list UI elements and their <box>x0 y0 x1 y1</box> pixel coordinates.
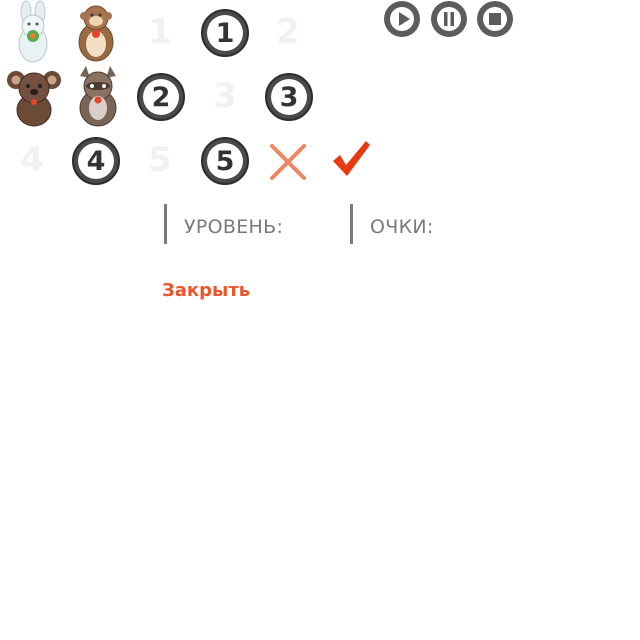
number-1-label: 1 <box>207 15 243 51</box>
play-icon <box>390 7 414 31</box>
ghost-number-4: 4 <box>20 140 44 180</box>
number-4-label: 4 <box>78 143 114 179</box>
ghost-number-2: 2 <box>276 12 300 52</box>
cross-icon[interactable] <box>266 140 310 184</box>
stop-icon <box>483 7 507 31</box>
ghost-number-5: 5 <box>148 140 172 180</box>
check-icon[interactable] <box>330 138 374 182</box>
score-label: ОЧКИ: <box>370 216 434 238</box>
close-link[interactable]: Закрыть <box>162 280 250 301</box>
number-3-label: 3 <box>271 79 307 115</box>
number-circle-3[interactable]: 3 <box>265 73 313 121</box>
monkey-toy-icon[interactable] <box>64 0 128 64</box>
number-circle-2[interactable]: 2 <box>137 73 185 121</box>
pause-icon <box>437 7 461 31</box>
pause-button[interactable] <box>431 1 467 37</box>
ghost-number-3: 3 <box>213 76 237 116</box>
level-label: УРОВЕНЬ: <box>184 216 284 238</box>
level-divider <box>164 204 167 244</box>
number-circle-1[interactable]: 1 <box>201 9 249 57</box>
number-5-label: 5 <box>207 143 243 179</box>
number-circle-5[interactable]: 5 <box>201 137 249 185</box>
play-button[interactable] <box>384 1 420 37</box>
stop-button[interactable] <box>477 1 513 37</box>
bunny-toy-icon[interactable] <box>2 0 66 64</box>
koala-toy-icon[interactable] <box>2 64 66 128</box>
number-2-label: 2 <box>143 79 179 115</box>
ghost-number-1: 1 <box>148 12 172 52</box>
raccoon-toy-icon[interactable] <box>66 64 130 128</box>
number-circle-4[interactable]: 4 <box>72 137 120 185</box>
score-divider <box>350 204 353 244</box>
